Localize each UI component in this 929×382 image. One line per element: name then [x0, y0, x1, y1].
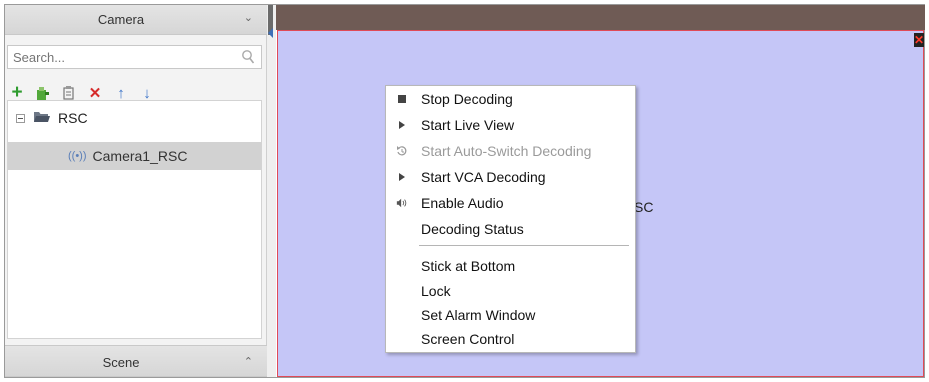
- menu-item-label: Set Alarm Window: [421, 307, 536, 323]
- move-down-icon[interactable]: ↓: [139, 85, 155, 102]
- camera-section-header[interactable]: Camera ⌄: [5, 5, 267, 35]
- search-icon[interactable]: [241, 49, 255, 68]
- chevron-down-icon[interactable]: ⌄: [244, 11, 253, 24]
- scene-section-header[interactable]: Scene ⌃: [5, 345, 267, 377]
- play-icon: [396, 121, 408, 129]
- chevron-up-icon[interactable]: ⌃: [244, 355, 253, 368]
- menu-item-set-alarm-window[interactable]: Set Alarm Window: [386, 304, 635, 326]
- tree-node-label: RSC: [58, 110, 88, 126]
- remark-icon[interactable]: [61, 85, 77, 101]
- panel-splitter[interactable]: [267, 5, 276, 377]
- folder-open-icon: [33, 110, 51, 127]
- play-icon: [396, 173, 408, 181]
- menu-item-label: Enable Audio: [421, 195, 504, 211]
- resource-panel: Camera ⌄ + ✕ ↑ ↓ RSC ((•)) Camera1_RSC: [5, 5, 267, 377]
- decoding-toolbar: [276, 5, 925, 30]
- delete-icon[interactable]: ✕: [87, 85, 103, 102]
- menu-item-label: Start Auto-Switch Decoding: [421, 143, 592, 159]
- menu-item-screen-control[interactable]: Screen Control: [386, 328, 635, 350]
- menu-item-stick-at-bottom[interactable]: Stick at Bottom: [386, 255, 635, 277]
- menu-item-lock[interactable]: Lock: [386, 280, 635, 302]
- menu-item-decoding-status[interactable]: Decoding Status: [386, 218, 635, 240]
- menu-item-start-vca-decoding[interactable]: Start VCA Decoding: [386, 166, 635, 188]
- tree-node-rsc[interactable]: RSC: [8, 105, 261, 131]
- auto-switch-icon: [396, 145, 408, 157]
- tree-node-camera[interactable]: ((•)) Camera1_RSC: [8, 142, 261, 170]
- menu-item-label: Screen Control: [421, 331, 515, 347]
- search-input[interactable]: [8, 46, 238, 68]
- speaker-icon: [396, 197, 408, 209]
- camera-section-title: Camera: [97, 12, 145, 27]
- menu-item-label: Decoding Status: [421, 221, 524, 237]
- camera-tree: RSC ((•)) Camera1_RSC: [7, 100, 262, 339]
- menu-item-enable-audio[interactable]: Enable Audio: [386, 192, 635, 214]
- context-menu: Stop Decoding Start Live View Start Auto…: [385, 85, 636, 353]
- window-camera-label: SC: [634, 199, 654, 215]
- stop-icon: [396, 95, 408, 103]
- menu-item-label: Lock: [421, 283, 451, 299]
- collapse-toggle-icon[interactable]: [16, 113, 25, 123]
- move-up-icon[interactable]: ↑: [113, 85, 129, 102]
- menu-item-label: Start Live View: [421, 117, 515, 133]
- add-icon[interactable]: +: [9, 82, 25, 103]
- menu-separator: [419, 245, 629, 246]
- camera-signal-icon: ((•)): [68, 150, 87, 162]
- import-icon[interactable]: [35, 85, 51, 101]
- collapse-arrow-icon[interactable]: [268, 28, 273, 38]
- scene-section-title: Scene: [102, 355, 140, 370]
- search-field[interactable]: [7, 45, 262, 69]
- menu-item-stop-decoding[interactable]: Stop Decoding: [386, 88, 635, 110]
- menu-item-label: Stick at Bottom: [421, 258, 516, 274]
- menu-item-start-auto-switch-decoding: Start Auto-Switch Decoding: [386, 140, 635, 162]
- menu-item-label: Stop Decoding: [421, 91, 513, 107]
- close-icon[interactable]: ✕: [914, 33, 924, 47]
- menu-item-start-live-view[interactable]: Start Live View: [386, 114, 635, 136]
- menu-item-label: Start VCA Decoding: [421, 169, 546, 185]
- camera-label: Camera1_RSC: [92, 148, 188, 164]
